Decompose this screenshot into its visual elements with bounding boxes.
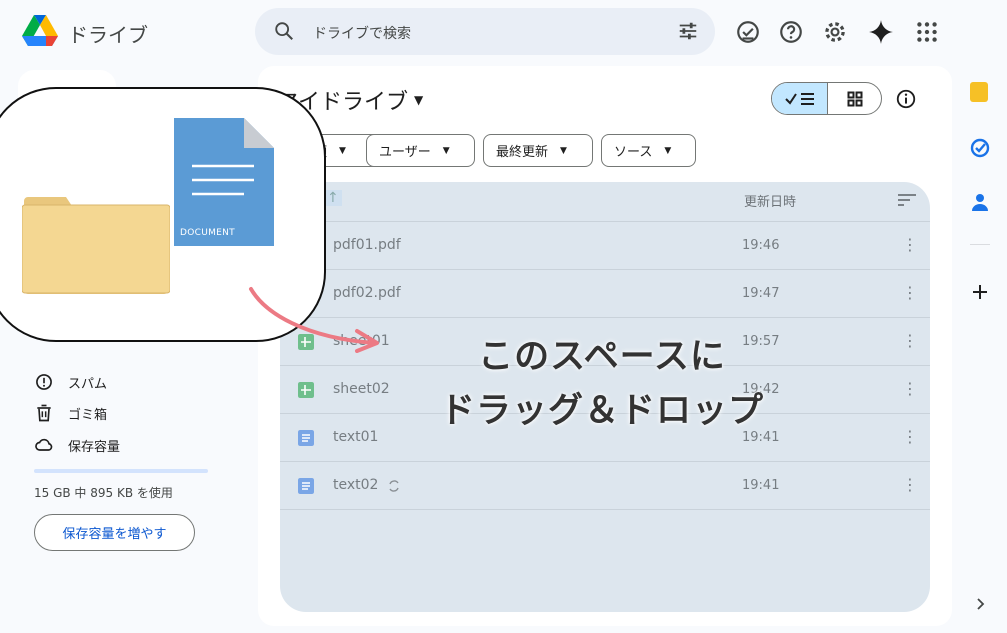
offline-check-icon[interactable]	[735, 19, 761, 45]
grid-view-button[interactable]	[828, 83, 881, 114]
more-actions-icon[interactable]: ⋮	[902, 427, 918, 447]
contacts-icon[interactable]	[970, 192, 990, 212]
file-list-header: ↑ 更新日時	[280, 182, 930, 222]
get-more-storage-button[interactable]: 保存容量を増やす	[34, 514, 195, 551]
file-modified-time: 19:46	[742, 238, 780, 253]
spam-icon	[36, 374, 52, 390]
app-name: ドライブ	[68, 23, 148, 47]
sync-icon	[389, 480, 399, 492]
document-label: DOCUMENT	[180, 228, 235, 238]
drop-message-line: このスペースに	[478, 337, 726, 377]
help-icon[interactable]	[778, 19, 804, 45]
table-row[interactable]: pdf01.pdf 19:46 ⋮	[280, 222, 930, 270]
file-name: text01	[333, 429, 379, 445]
drag-arrow	[249, 287, 379, 353]
info-icon[interactable]	[895, 88, 917, 110]
docs-icon	[298, 478, 314, 494]
keep-icon[interactable]	[970, 82, 988, 102]
filter-icon[interactable]	[677, 20, 699, 42]
sidebar-item-storage[interactable]: 保存容量	[34, 433, 120, 457]
sort-arrow-icon[interactable]: ↑	[324, 190, 342, 206]
sidebar-item-spam[interactable]: スパム	[34, 370, 107, 394]
cloud-icon	[35, 438, 53, 451]
list-view-icon	[784, 92, 814, 105]
storage-usage-bar	[34, 469, 208, 473]
search-icon[interactable]	[273, 20, 295, 42]
more-actions-icon[interactable]: ⋮	[902, 331, 918, 351]
search-input[interactable]: ドライブで検索	[313, 23, 411, 43]
more-actions-icon[interactable]: ⋮	[902, 379, 918, 399]
add-icon[interactable]	[970, 282, 990, 302]
table-row[interactable]: text02 19:41 ⋮	[280, 462, 930, 510]
folder-icon	[22, 197, 170, 294]
grid-view-icon	[847, 91, 862, 106]
apps-grid-icon[interactable]	[914, 19, 940, 45]
more-actions-icon[interactable]: ⋮	[902, 283, 918, 303]
google-drive-logo[interactable]	[22, 14, 58, 48]
filter-chip-people[interactable]: ユーザー ▼	[366, 134, 475, 167]
file-modified-time: 19:47	[742, 286, 780, 301]
top-bar: ドライブ ドライブで検索	[0, 0, 1007, 64]
file-name: sheet02	[333, 381, 390, 397]
trash-icon	[37, 404, 51, 422]
sidebar-item-label: ゴミ箱	[68, 407, 108, 423]
list-view-button[interactable]	[772, 83, 828, 114]
chevron-down-icon: ▼	[560, 145, 567, 156]
more-actions-icon[interactable]: ⋮	[902, 235, 918, 255]
settings-icon[interactable]	[822, 19, 848, 45]
sidebar-item-label: スパム	[68, 376, 108, 392]
sidebar-item-trash[interactable]: ゴミ箱	[34, 401, 107, 425]
file-modified-time: 19:41	[742, 478, 780, 493]
storage-usage-text: 15 GB 中 895 KB を使用	[34, 486, 173, 500]
filter-chip-source[interactable]: ソース ▼	[601, 134, 696, 167]
view-toggle	[771, 82, 882, 115]
file-name: pdf01.pdf	[333, 237, 401, 253]
chevron-down-icon: ▼	[414, 93, 424, 107]
sort-options-icon[interactable]	[898, 193, 916, 207]
chevron-down-icon: ▼	[442, 145, 450, 156]
sheets-icon	[298, 382, 314, 398]
chevron-down-icon: ▼	[664, 145, 672, 156]
column-header-modified[interactable]: 更新日時	[744, 191, 796, 210]
more-actions-icon[interactable]: ⋮	[902, 475, 918, 495]
drop-message-line: ドラッグ＆ドロップ	[440, 391, 765, 431]
chevron-right-icon[interactable]	[973, 597, 987, 611]
gemini-icon[interactable]	[868, 19, 894, 45]
sidebar-item-label: 保存容量	[68, 439, 121, 455]
rail-divider	[970, 244, 990, 245]
search-bar[interactable]: ドライブで検索	[255, 8, 715, 55]
chevron-down-icon: ▼	[339, 145, 346, 156]
file-name: text02	[333, 477, 379, 493]
filter-chip-modified[interactable]: 最終更新 ▼	[483, 134, 593, 167]
docs-icon	[298, 430, 314, 446]
drop-message: このスペースに ドラッグ＆ドロップ	[440, 330, 764, 438]
tasks-icon[interactable]	[970, 138, 990, 158]
